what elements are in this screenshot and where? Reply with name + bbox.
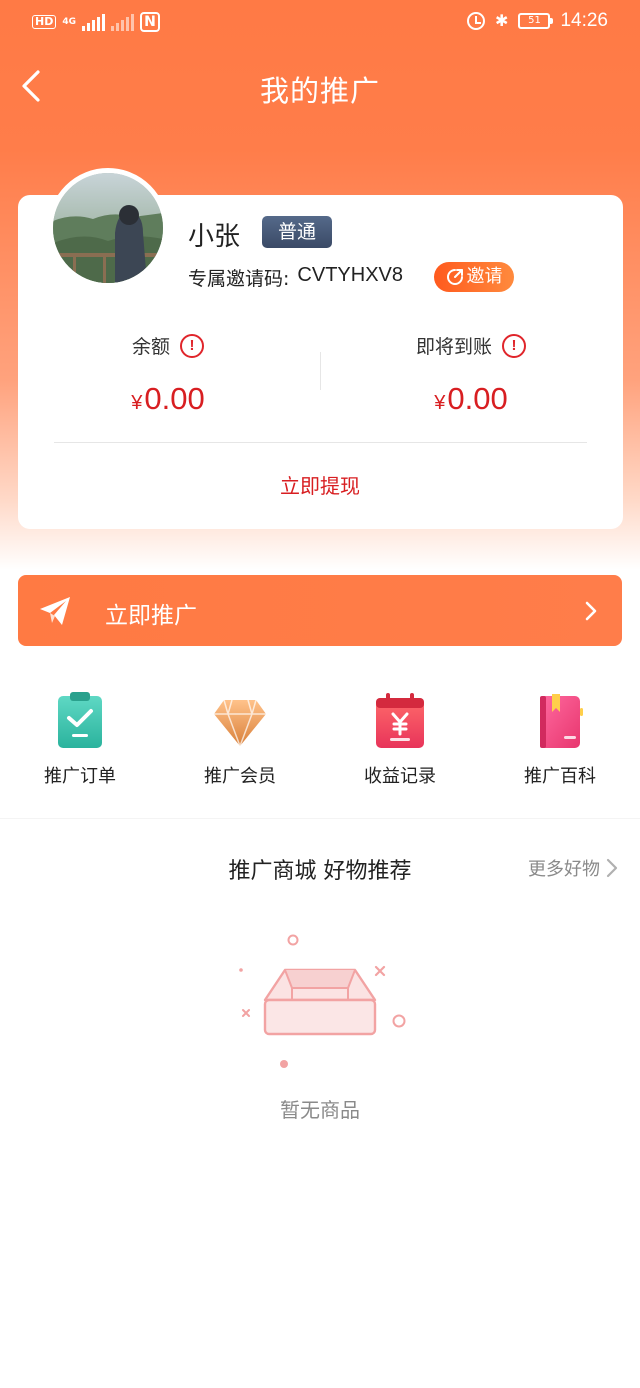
- grid-item-members[interactable]: 推广会员: [160, 690, 320, 788]
- network-type: 4G: [62, 16, 76, 27]
- signal-secondary-icon: [111, 13, 134, 31]
- avatar-photo: [53, 173, 163, 283]
- invite-code-label: 专属邀请码:: [188, 268, 290, 290]
- info-icon[interactable]: !: [180, 333, 204, 358]
- battery-icon: 51: [518, 13, 554, 29]
- diamond-icon: [214, 699, 266, 747]
- card-divider: [54, 442, 587, 443]
- grid-item-earnings[interactable]: 收益记录: [320, 690, 480, 788]
- more-products-label: 更多好物: [528, 859, 600, 880]
- feature-grid: 推广订单 推广会员 收益记录 推广百科: [0, 690, 640, 800]
- pending-value: 0.00: [447, 381, 508, 416]
- pending-label: 即将到账: [415, 336, 492, 358]
- level-badge: 普通: [262, 216, 332, 248]
- grid-item-label: 收益记录: [364, 766, 436, 787]
- withdraw-button[interactable]: 立即提现: [0, 470, 640, 499]
- chevron-right-icon: [606, 858, 618, 878]
- grid-item-label: 推广百科: [524, 766, 596, 787]
- share-icon: [446, 269, 463, 285]
- grid-item-label: 推广订单: [44, 766, 116, 787]
- empty-state-text: 暂无商品: [280, 1098, 360, 1122]
- balance-stat: 余额 ! ¥0.00: [58, 332, 278, 417]
- invite-code: CVTYHXV8: [297, 264, 403, 286]
- empty-box-illustration: [239, 934, 406, 1068]
- signal-icon: [82, 13, 105, 31]
- paper-plane-icon: [40, 597, 70, 625]
- more-products-link[interactable]: 更多好物: [528, 855, 618, 881]
- pending-stat: 即将到账 ! ¥0.00: [361, 332, 581, 417]
- grid-item-orders[interactable]: 推广订单: [0, 690, 160, 788]
- promote-now-label: 立即推广: [105, 603, 197, 629]
- invite-code-row: 专属邀请码: CVTYHXV8: [188, 264, 403, 291]
- grid-item-label: 推广会员: [204, 766, 276, 787]
- promote-now-button[interactable]: 立即推广: [18, 575, 622, 646]
- invite-button[interactable]: 邀请: [434, 262, 514, 292]
- currency-symbol: ¥: [434, 392, 446, 414]
- info-icon[interactable]: !: [502, 333, 526, 358]
- nfc-icon: N: [140, 12, 160, 32]
- balance-label: 余额: [131, 336, 170, 358]
- book-icon: [540, 694, 583, 748]
- nav-bar: 我的推广: [0, 56, 640, 116]
- page-title: 我的推广: [259, 74, 380, 108]
- avatar[interactable]: [48, 168, 168, 288]
- invite-button-label: 邀请: [466, 266, 503, 287]
- balance-value: 0.00: [144, 381, 205, 416]
- status-bar: HD 4G N ✱ 51 14:26: [0, 0, 640, 46]
- clock-time: 14:26: [560, 10, 608, 31]
- stat-divider: [320, 352, 321, 390]
- section-divider: [0, 818, 640, 834]
- yen-calendar-icon: [376, 693, 424, 748]
- user-name: 小张: [188, 222, 241, 252]
- hd-badge: HD: [32, 15, 57, 29]
- alarm-icon: [467, 12, 486, 30]
- currency-symbol: ¥: [131, 392, 143, 414]
- grid-item-encyclopedia[interactable]: 推广百科: [480, 690, 640, 788]
- promotion-page: HD 4G N ✱ 51 14:26 我的推广 小张 普通 专属邀请码: CVT…: [0, 0, 640, 1388]
- chevron-right-icon: [585, 601, 597, 621]
- bluetooth-icon: ✱: [495, 11, 509, 30]
- clipboard-check-icon: [58, 692, 102, 748]
